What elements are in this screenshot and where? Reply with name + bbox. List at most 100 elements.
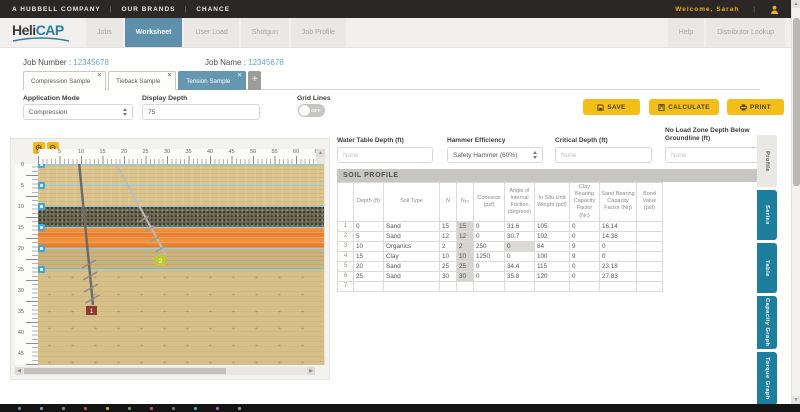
table-cell[interactable]: 14.38 <box>600 231 637 241</box>
job-name-value[interactable]: 12345678 <box>248 58 284 67</box>
water-table-depth-input[interactable] <box>337 147 433 163</box>
help-button[interactable]: Help <box>668 18 704 47</box>
tab-tieback-sample[interactable]: Tieback Sample ✕ <box>108 71 176 90</box>
table-cell[interactable] <box>637 261 663 271</box>
table-cell[interactable]: 84 <box>535 241 570 251</box>
table-cell[interactable]: 0 <box>600 241 637 251</box>
table-cell[interactable] <box>354 281 384 291</box>
table-cell[interactable]: Sand <box>384 221 440 231</box>
table-cell[interactable]: 9 <box>570 241 600 251</box>
side-tab-torque-graph[interactable]: Torque Graph <box>757 352 777 405</box>
table-cell[interactable]: 23.18 <box>600 261 637 271</box>
table-cell[interactable]: 0 <box>505 251 535 261</box>
table-cell[interactable]: 10 <box>457 251 474 261</box>
table-cell[interactable]: Sand <box>384 271 440 281</box>
nav-worksheet[interactable]: Worksheet <box>125 18 183 47</box>
table-cell[interactable]: 0 <box>505 241 535 251</box>
table-cell[interactable]: 102 <box>535 231 570 241</box>
table-cell[interactable]: 25 <box>457 261 474 271</box>
close-icon[interactable]: ✕ <box>97 71 102 80</box>
distributor-lookup-button[interactable]: Distributor Lookup <box>706 18 785 47</box>
toggle-knob[interactable] <box>299 105 310 116</box>
table-cell[interactable]: 9 <box>570 251 600 261</box>
table-cell[interactable]: 2 <box>457 241 474 251</box>
table-cell[interactable]: 30 <box>440 271 457 281</box>
scroll-right-arrow[interactable]: ▶ <box>307 367 315 375</box>
table-cell[interactable]: 10 <box>354 241 384 251</box>
table-cell[interactable] <box>384 281 440 291</box>
table-cell[interactable]: 30 <box>457 271 474 281</box>
table-cell[interactable]: 10 <box>440 251 457 261</box>
table-cell[interactable]: 1250 <box>474 251 505 261</box>
table-cell[interactable]: 0 <box>474 231 505 241</box>
scroll-up-arrow[interactable]: ▲ <box>792 0 800 8</box>
print-button[interactable]: PRINT <box>727 99 784 115</box>
side-tab-table[interactable]: Table <box>757 243 777 293</box>
table-cell[interactable] <box>637 271 663 281</box>
pile-2-shaft[interactable] <box>114 164 166 255</box>
table-cell[interactable] <box>637 221 663 231</box>
table-cell[interactable] <box>535 281 570 291</box>
soil-layers-canvas[interactable]: 1 2 <box>38 164 324 365</box>
table-cell[interactable]: 15 <box>440 221 457 231</box>
calculate-button[interactable]: CALCULATE <box>649 99 719 115</box>
our-brands-link[interactable]: OUR BRANDS <box>121 6 175 13</box>
scroll-up-arrow[interactable]: ▲ <box>316 149 325 157</box>
table-cell[interactable]: 0 <box>570 221 600 231</box>
no-load-zone-input[interactable] <box>665 147 760 163</box>
browser-scrollbar[interactable]: ▲ ▼ <box>791 0 800 404</box>
application-mode-select[interactable]: Compression <box>23 104 133 120</box>
os-taskbar[interactable] <box>0 404 800 412</box>
close-icon[interactable]: ✕ <box>167 71 172 80</box>
table-cell[interactable] <box>637 281 663 291</box>
table-cell[interactable]: 34.4 <box>505 261 535 271</box>
table-cell[interactable]: 15 <box>354 251 384 261</box>
grid-lines-toggle[interactable]: OFF <box>298 104 325 117</box>
table-cell[interactable]: 31.6 <box>505 221 535 231</box>
scrollbar-thumb[interactable] <box>793 18 800 186</box>
scroll-left-arrow[interactable]: ◀ <box>15 367 23 375</box>
spinner-icon[interactable] <box>533 151 537 159</box>
table-cell[interactable]: 0 <box>600 251 637 261</box>
table-cell[interactable]: 20 <box>354 261 384 271</box>
hammer-efficiency-select[interactable]: Safety Hammer (60%) <box>447 147 543 163</box>
table-cell[interactable] <box>474 281 505 291</box>
side-tab-profile[interactable]: Profile <box>757 135 777 187</box>
pile-1-badge[interactable]: 1 <box>86 306 97 315</box>
taskbar-icons[interactable] <box>18 407 21 410</box>
table-cell[interactable]: 0 <box>474 261 505 271</box>
table-cell[interactable]: 15 <box>457 221 474 231</box>
pile-1-shaft[interactable] <box>79 164 93 305</box>
table-cell[interactable]: 12 <box>457 231 474 241</box>
table-cell[interactable] <box>505 281 535 291</box>
display-depth-input[interactable] <box>142 104 260 120</box>
table-cell[interactable]: 25 <box>354 271 384 281</box>
table-cell[interactable] <box>457 281 474 291</box>
add-tab-button[interactable]: + <box>248 71 261 90</box>
table-cell[interactable]: 0 <box>570 261 600 271</box>
table-cell[interactable] <box>637 251 663 261</box>
table-cell[interactable]: 0 <box>474 271 505 281</box>
table-cell[interactable]: 0 <box>570 271 600 281</box>
table-cell[interactable]: 35.8 <box>505 271 535 281</box>
table-cell[interactable]: 0 <box>354 221 384 231</box>
table-cell[interactable]: Sand <box>384 261 440 271</box>
tab-compression-sample[interactable]: Compression Sample ✕ <box>23 71 106 90</box>
table-cell[interactable]: 0 <box>474 221 505 231</box>
table-cell[interactable]: Sand <box>384 231 440 241</box>
critical-depth-input[interactable] <box>555 147 652 163</box>
table-cell[interactable]: 27.83 <box>600 271 637 281</box>
nav-jobs[interactable]: Jobs <box>86 18 123 47</box>
job-number-value[interactable]: 12345678 <box>73 58 109 67</box>
table-cell[interactable]: 30.7 <box>505 231 535 241</box>
tab-tension-sample[interactable]: Tension Sample ✕ <box>178 71 246 90</box>
nav-job-profile[interactable]: Job Profile <box>291 18 346 47</box>
table-cell[interactable]: 25 <box>440 261 457 271</box>
scroll-down-arrow[interactable]: ▼ <box>792 396 800 404</box>
table-cell[interactable]: 0 <box>570 231 600 241</box>
table-cell[interactable] <box>637 231 663 241</box>
table-cell[interactable]: 105 <box>535 221 570 231</box>
side-tab-series[interactable]: Series <box>757 190 777 240</box>
panel-horizontal-scrollbar[interactable]: ◀ ▶ <box>15 367 315 375</box>
user-account-icon[interactable] <box>770 5 779 14</box>
